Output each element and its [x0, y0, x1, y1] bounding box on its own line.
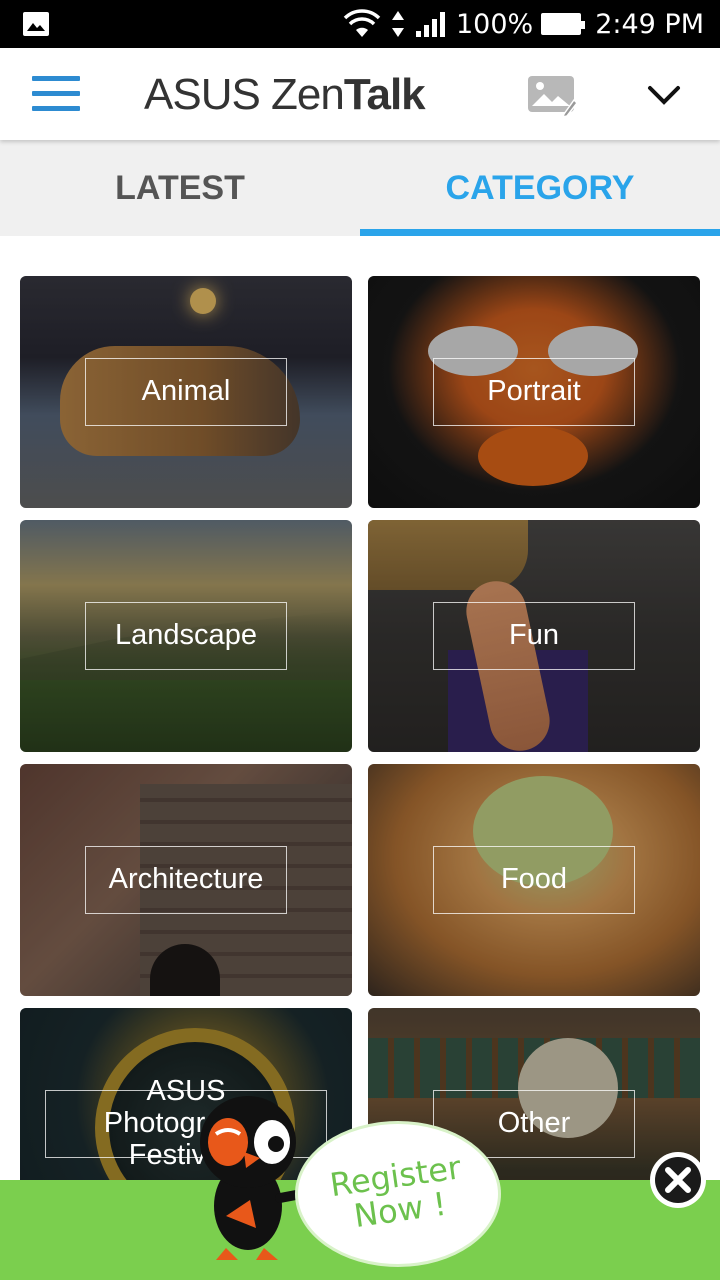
- category-label: Animal: [141, 375, 231, 408]
- register-now-text: Register Now !: [327, 1148, 464, 1236]
- category-label: Fun: [509, 619, 559, 652]
- category-card-fun[interactable]: Fun: [368, 520, 700, 752]
- category-label-box: Food: [433, 846, 635, 914]
- close-icon[interactable]: [648, 1150, 708, 1210]
- category-label-box: Fun: [433, 602, 635, 670]
- signal-icon: [416, 12, 445, 37]
- category-label: Architecture: [108, 863, 264, 896]
- category-card-architecture[interactable]: Architecture: [20, 764, 352, 996]
- category-label: Landscape: [115, 619, 257, 652]
- tab-latest-label: LATEST: [115, 168, 245, 207]
- logo-text-light: ASUS Zen: [144, 70, 345, 119]
- gallery-edit-icon[interactable]: [526, 74, 578, 118]
- category-label: Food: [500, 863, 568, 896]
- image-notification-icon: [23, 12, 49, 36]
- chevron-down-icon[interactable]: [644, 76, 684, 112]
- status-bar: 100% 2:49 PM: [0, 0, 720, 48]
- battery-percent: 100%: [456, 8, 534, 40]
- category-label: Other: [497, 1107, 571, 1140]
- register-now-button[interactable]: Register Now !: [298, 1124, 498, 1264]
- mascot-owl-icon: [200, 1096, 316, 1260]
- tab-bar: LATEST CATEGORY: [0, 140, 720, 236]
- category-label-box: Portrait: [433, 358, 635, 426]
- data-arrows-icon: [392, 11, 404, 37]
- tab-category[interactable]: CATEGORY: [360, 140, 720, 236]
- category-card-animal[interactable]: Animal: [20, 276, 352, 508]
- wifi-icon: [343, 9, 381, 37]
- tab-latest[interactable]: LATEST: [0, 140, 360, 236]
- category-label-box: Animal: [85, 358, 287, 426]
- status-indicators: 100% 2:49 PM: [342, 0, 704, 48]
- hamburger-menu-icon[interactable]: [32, 76, 80, 112]
- category-card-food[interactable]: Food: [368, 764, 700, 996]
- category-label-box: Architecture: [85, 846, 287, 914]
- tab-category-label: CATEGORY: [445, 168, 635, 207]
- battery-icon: [541, 13, 586, 35]
- category-label: Portrait: [487, 375, 581, 408]
- app-bar: ASUS ZenTalk: [0, 48, 720, 140]
- clock: 2:49 PM: [595, 8, 704, 40]
- app-logo: ASUS ZenTalk: [144, 70, 426, 120]
- category-label-box: Landscape: [85, 602, 287, 670]
- logo-text-bold: Talk: [343, 70, 426, 119]
- category-card-portrait[interactable]: Portrait: [368, 276, 700, 508]
- category-card-landscape[interactable]: Landscape: [20, 520, 352, 752]
